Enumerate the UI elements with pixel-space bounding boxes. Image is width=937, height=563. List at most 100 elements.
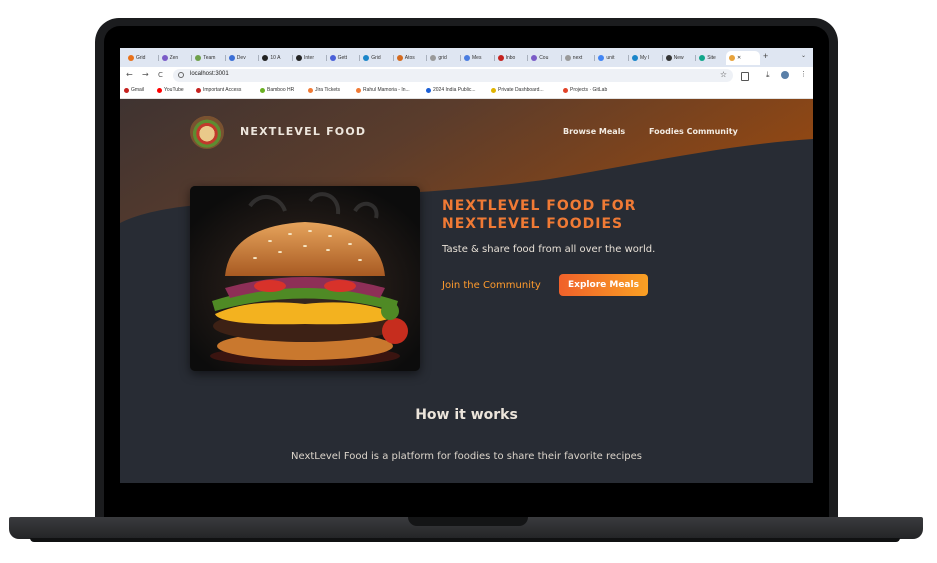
tab-favicon-icon xyxy=(228,55,235,61)
laptop-notch xyxy=(408,517,528,526)
browser-menu-icon[interactable]: ⋮ xyxy=(800,70,807,78)
back-button[interactable]: ← xyxy=(126,70,133,79)
explore-meals-button[interactable]: Explore Meals xyxy=(559,274,648,296)
nav-foodies-community[interactable]: Foodies Community xyxy=(649,127,738,136)
tab-separator xyxy=(628,55,629,61)
address-bar[interactable]: localhost:3001 ☆ xyxy=(173,69,733,82)
bookmark-favicon-icon xyxy=(308,87,313,93)
tab-label: Cou xyxy=(539,55,549,61)
tab-label: Inbo xyxy=(505,55,516,61)
bookmark-item[interactable]: Private Dashboard... xyxy=(491,87,544,93)
site-info-icon[interactable] xyxy=(178,72,184,78)
how-it-works-heading: How it works xyxy=(415,407,518,423)
tab-favicon-icon xyxy=(396,55,403,61)
tab-label: New xyxy=(673,55,684,61)
tab-search-button[interactable]: ⌄ xyxy=(801,52,806,59)
laptop-mockup: Grid Zen Team Dev 10 A Inter Gett Grid Atos grid M… xyxy=(0,0,937,563)
logo-icon[interactable] xyxy=(190,115,224,149)
hero-burger-image xyxy=(190,186,420,371)
tab-label: Atos xyxy=(404,55,415,61)
tab-favicon-icon xyxy=(128,55,134,61)
bookmark-label: Gmail xyxy=(131,87,145,93)
bookmark-favicon-icon xyxy=(356,87,361,93)
tab-label: Team xyxy=(203,55,216,61)
tab-label: Dev xyxy=(236,55,246,61)
tab-item[interactable]: Gett xyxy=(329,51,358,65)
tab-bar: Grid Zen Team Dev 10 A Inter Gett Grid Atos grid M… xyxy=(120,48,813,67)
tab-item[interactable]: Mes xyxy=(464,51,492,65)
laptop-base-shadow xyxy=(30,538,900,542)
tab-item[interactable]: unit xyxy=(598,51,626,65)
brand-name[interactable]: NEXTLEVEL FOOD xyxy=(240,125,366,138)
tab-active[interactable]: ✕ xyxy=(726,51,760,65)
tab-separator xyxy=(157,55,159,61)
profile-avatar-icon[interactable] xyxy=(781,71,789,79)
tab-item[interactable]: Atos xyxy=(396,51,425,65)
tab-item[interactable]: Inbo xyxy=(497,51,526,65)
tab-separator xyxy=(527,55,529,61)
bookmark-item[interactable]: Important Access xyxy=(196,87,241,93)
bookmark-item[interactable]: Jira Tickets xyxy=(308,87,340,93)
bookmark-item[interactable]: Rahul Mamoria - In... xyxy=(356,87,410,93)
tab-item[interactable]: Team xyxy=(195,51,223,65)
bookmark-favicon-icon xyxy=(491,87,496,93)
tab-favicon-icon xyxy=(329,55,336,61)
bookmark-label: Bamboo HR xyxy=(267,87,295,93)
bookmark-favicon-icon xyxy=(124,87,129,93)
bookmark-item[interactable]: Bamboo HR xyxy=(260,87,294,93)
tab-item[interactable]: Site xyxy=(699,51,727,65)
tab-item[interactable]: New xyxy=(665,51,694,65)
bookmark-favicon-icon xyxy=(563,87,568,93)
new-tab-button[interactable]: + xyxy=(763,51,768,61)
join-community-link[interactable]: Join the Community xyxy=(442,280,541,291)
tab-label: grid xyxy=(438,55,447,61)
tab-item[interactable]: Inter xyxy=(296,51,324,65)
bookmark-label: Projects · GitLab xyxy=(570,87,608,93)
extensions-icon[interactable] xyxy=(741,72,749,81)
tab-item[interactable]: Cou xyxy=(531,51,559,65)
tab-favicon-icon xyxy=(296,55,302,61)
tab-favicon-icon xyxy=(564,55,571,61)
tab-item[interactable]: My I xyxy=(632,51,660,65)
tab-favicon-icon xyxy=(598,55,605,61)
browser-window: Grid Zen Team Dev 10 A Inter Gett Grid Atos grid M… xyxy=(120,48,813,483)
tab-favicon-icon xyxy=(699,55,706,61)
tab-separator xyxy=(258,55,260,61)
bookmarks-bar: Gmail YouTube Important Access Bamboo HR Jir… xyxy=(120,84,813,99)
tab-favicon-icon xyxy=(262,55,269,61)
tab-label: Gett xyxy=(337,55,348,61)
tab-label: Mes xyxy=(472,55,482,61)
tab-separator xyxy=(292,55,293,61)
tab-item[interactable]: Dev xyxy=(228,51,257,65)
tab-item[interactable]: next xyxy=(564,51,593,65)
bookmark-favicon-icon xyxy=(157,87,162,93)
bookmark-item[interactable]: YouTube xyxy=(157,87,184,93)
tab-separator xyxy=(191,55,193,61)
tab-favicon-icon xyxy=(531,55,538,61)
tab-item[interactable]: Grid xyxy=(363,51,391,65)
reload-button[interactable]: C xyxy=(158,71,163,79)
web-page: NEXTLEVEL FOOD Browse Meals Foodies Comm… xyxy=(120,99,813,483)
tab-item[interactable]: grid xyxy=(430,51,458,65)
bookmark-item[interactable]: Projects · GitLab xyxy=(563,87,607,93)
tab-close-icon[interactable]: ✕ xyxy=(737,55,741,61)
forward-button[interactable]: → xyxy=(142,70,149,79)
nav-browse-meals[interactable]: Browse Meals xyxy=(563,127,625,136)
burger-illustration xyxy=(190,186,420,371)
tab-item[interactable]: Grid xyxy=(128,51,156,65)
bookmark-label: Rahul Mamoria - In... xyxy=(363,87,410,93)
bookmark-label: YouTube xyxy=(164,87,184,93)
tab-favicon-icon xyxy=(161,55,168,61)
tab-item[interactable]: 10 A xyxy=(262,51,290,65)
tab-separator xyxy=(695,55,697,61)
bookmark-label: 2024 India Public... xyxy=(433,87,476,93)
tab-item[interactable]: Zen xyxy=(161,51,190,65)
bookmark-item[interactable]: 2024 India Public... xyxy=(426,87,476,93)
bookmark-star-icon[interactable]: ☆ xyxy=(720,70,727,79)
download-icon[interactable]: ⤓ xyxy=(766,70,770,80)
tab-separator xyxy=(359,55,361,61)
tab-separator xyxy=(594,55,596,61)
bookmark-item[interactable]: Gmail xyxy=(124,87,144,93)
bookmark-favicon-icon xyxy=(260,87,265,93)
tab-favicon-icon xyxy=(497,55,504,61)
